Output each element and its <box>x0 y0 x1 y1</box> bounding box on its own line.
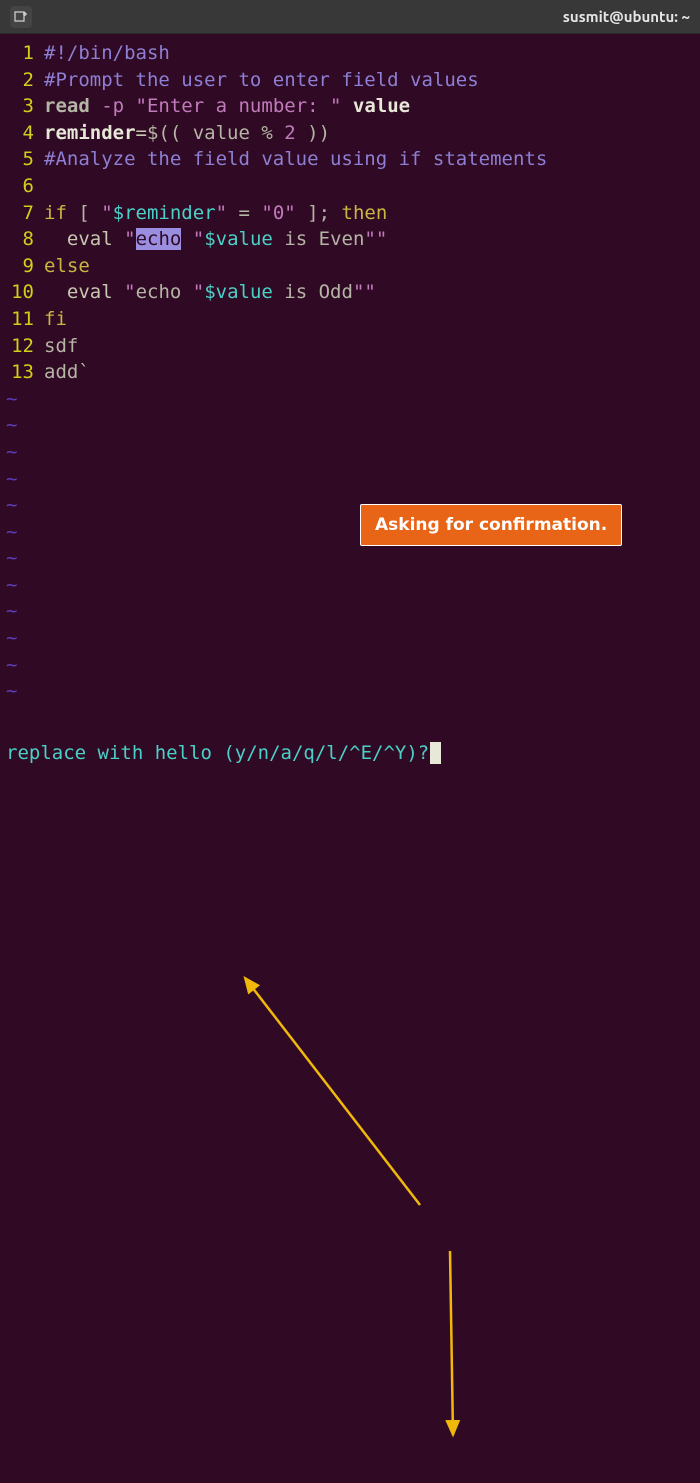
code-line[interactable]: 8 eval "echo "$value is Even"" <box>0 226 700 253</box>
line-code: fi <box>44 306 67 333</box>
line-code: if [ "$reminder" = "0" ]; then <box>44 200 387 227</box>
line-number: 8 <box>0 226 44 253</box>
empty-buffer-tilde: ~ <box>0 439 700 466</box>
empty-buffer-tilde: ~ <box>0 598 700 625</box>
line-code: reminder=$(( value % 2 )) <box>44 120 330 147</box>
code-line[interactable]: 11fi <box>0 306 700 333</box>
annotation-callout: Asking for confirmation. <box>360 504 622 546</box>
code-line[interactable]: 7if [ "$reminder" = "0" ]; then <box>0 200 700 227</box>
empty-buffer-tilde: ~ <box>0 572 700 599</box>
line-code: eval "echo "$value is Odd"" <box>44 279 376 306</box>
line-code: #Analyze the field value using if statem… <box>44 146 547 173</box>
vim-cmdline-area[interactable]: replace with hello (y/n/a/q/l/^E/^Y)? <box>2 742 700 764</box>
code-line[interactable]: 3read -p "Enter a number: " value <box>0 93 700 120</box>
line-number: 3 <box>0 93 44 120</box>
empty-buffer-tilde: ~ <box>0 678 700 705</box>
line-number: 12 <box>0 333 44 360</box>
code-line[interactable]: 2#Prompt the user to enter field values <box>0 67 700 94</box>
line-number: 6 <box>0 173 44 200</box>
empty-buffer-tilde: ~ <box>0 386 700 413</box>
line-code: else <box>44 253 90 280</box>
code-line[interactable]: 5#Analyze the field value using if state… <box>0 146 700 173</box>
empty-buffer-tilde: ~ <box>0 466 700 493</box>
line-number: 11 <box>0 306 44 333</box>
empty-buffer-tilde: ~ <box>0 652 700 679</box>
empty-buffer-tilde: ~ <box>0 625 700 652</box>
line-code: sdf <box>44 333 78 360</box>
code-line[interactable]: 1#!/bin/bash <box>0 40 700 67</box>
annotation-text: Asking for confirmation. <box>375 515 607 535</box>
code-line[interactable]: 6 <box>0 173 700 200</box>
cmdline-prompt: replace with hello (y/n/a/q/l/^E/^Y)? <box>6 742 429 764</box>
window-title: susmit@ubuntu: ~ <box>563 8 690 25</box>
line-code: #Prompt the user to enter field values <box>44 67 479 94</box>
annotation-arrows <box>0 705 700 1483</box>
line-code: eval "echo "$value is Even"" <box>44 226 387 253</box>
line-code: read -p "Enter a number: " value <box>44 93 410 120</box>
line-number: 5 <box>0 146 44 173</box>
code-line[interactable]: 12sdf <box>0 333 700 360</box>
line-code: add` <box>44 359 90 386</box>
line-number: 2 <box>0 67 44 94</box>
code-editor[interactable]: 1#!/bin/bash2#Prompt the user to enter f… <box>0 34 700 705</box>
line-number: 10 <box>0 279 44 306</box>
cursor <box>430 742 441 764</box>
line-code: #!/bin/bash <box>44 40 170 67</box>
code-line[interactable]: 9else <box>0 253 700 280</box>
line-number: 1 <box>0 40 44 67</box>
line-number: 4 <box>0 120 44 147</box>
empty-buffer-tilde: ~ <box>0 545 700 572</box>
code-line[interactable]: 4reminder=$(( value % 2 )) <box>0 120 700 147</box>
line-number: 7 <box>0 200 44 227</box>
titlebar: susmit@ubuntu: ~ <box>0 0 700 34</box>
new-tab-icon[interactable] <box>10 6 32 28</box>
code-line[interactable]: 13add` <box>0 359 700 386</box>
code-line[interactable]: 10 eval "echo "$value is Odd"" <box>0 279 700 306</box>
line-number: 9 <box>0 253 44 280</box>
line-number: 13 <box>0 359 44 386</box>
empty-buffer-tilde: ~ <box>0 412 700 439</box>
